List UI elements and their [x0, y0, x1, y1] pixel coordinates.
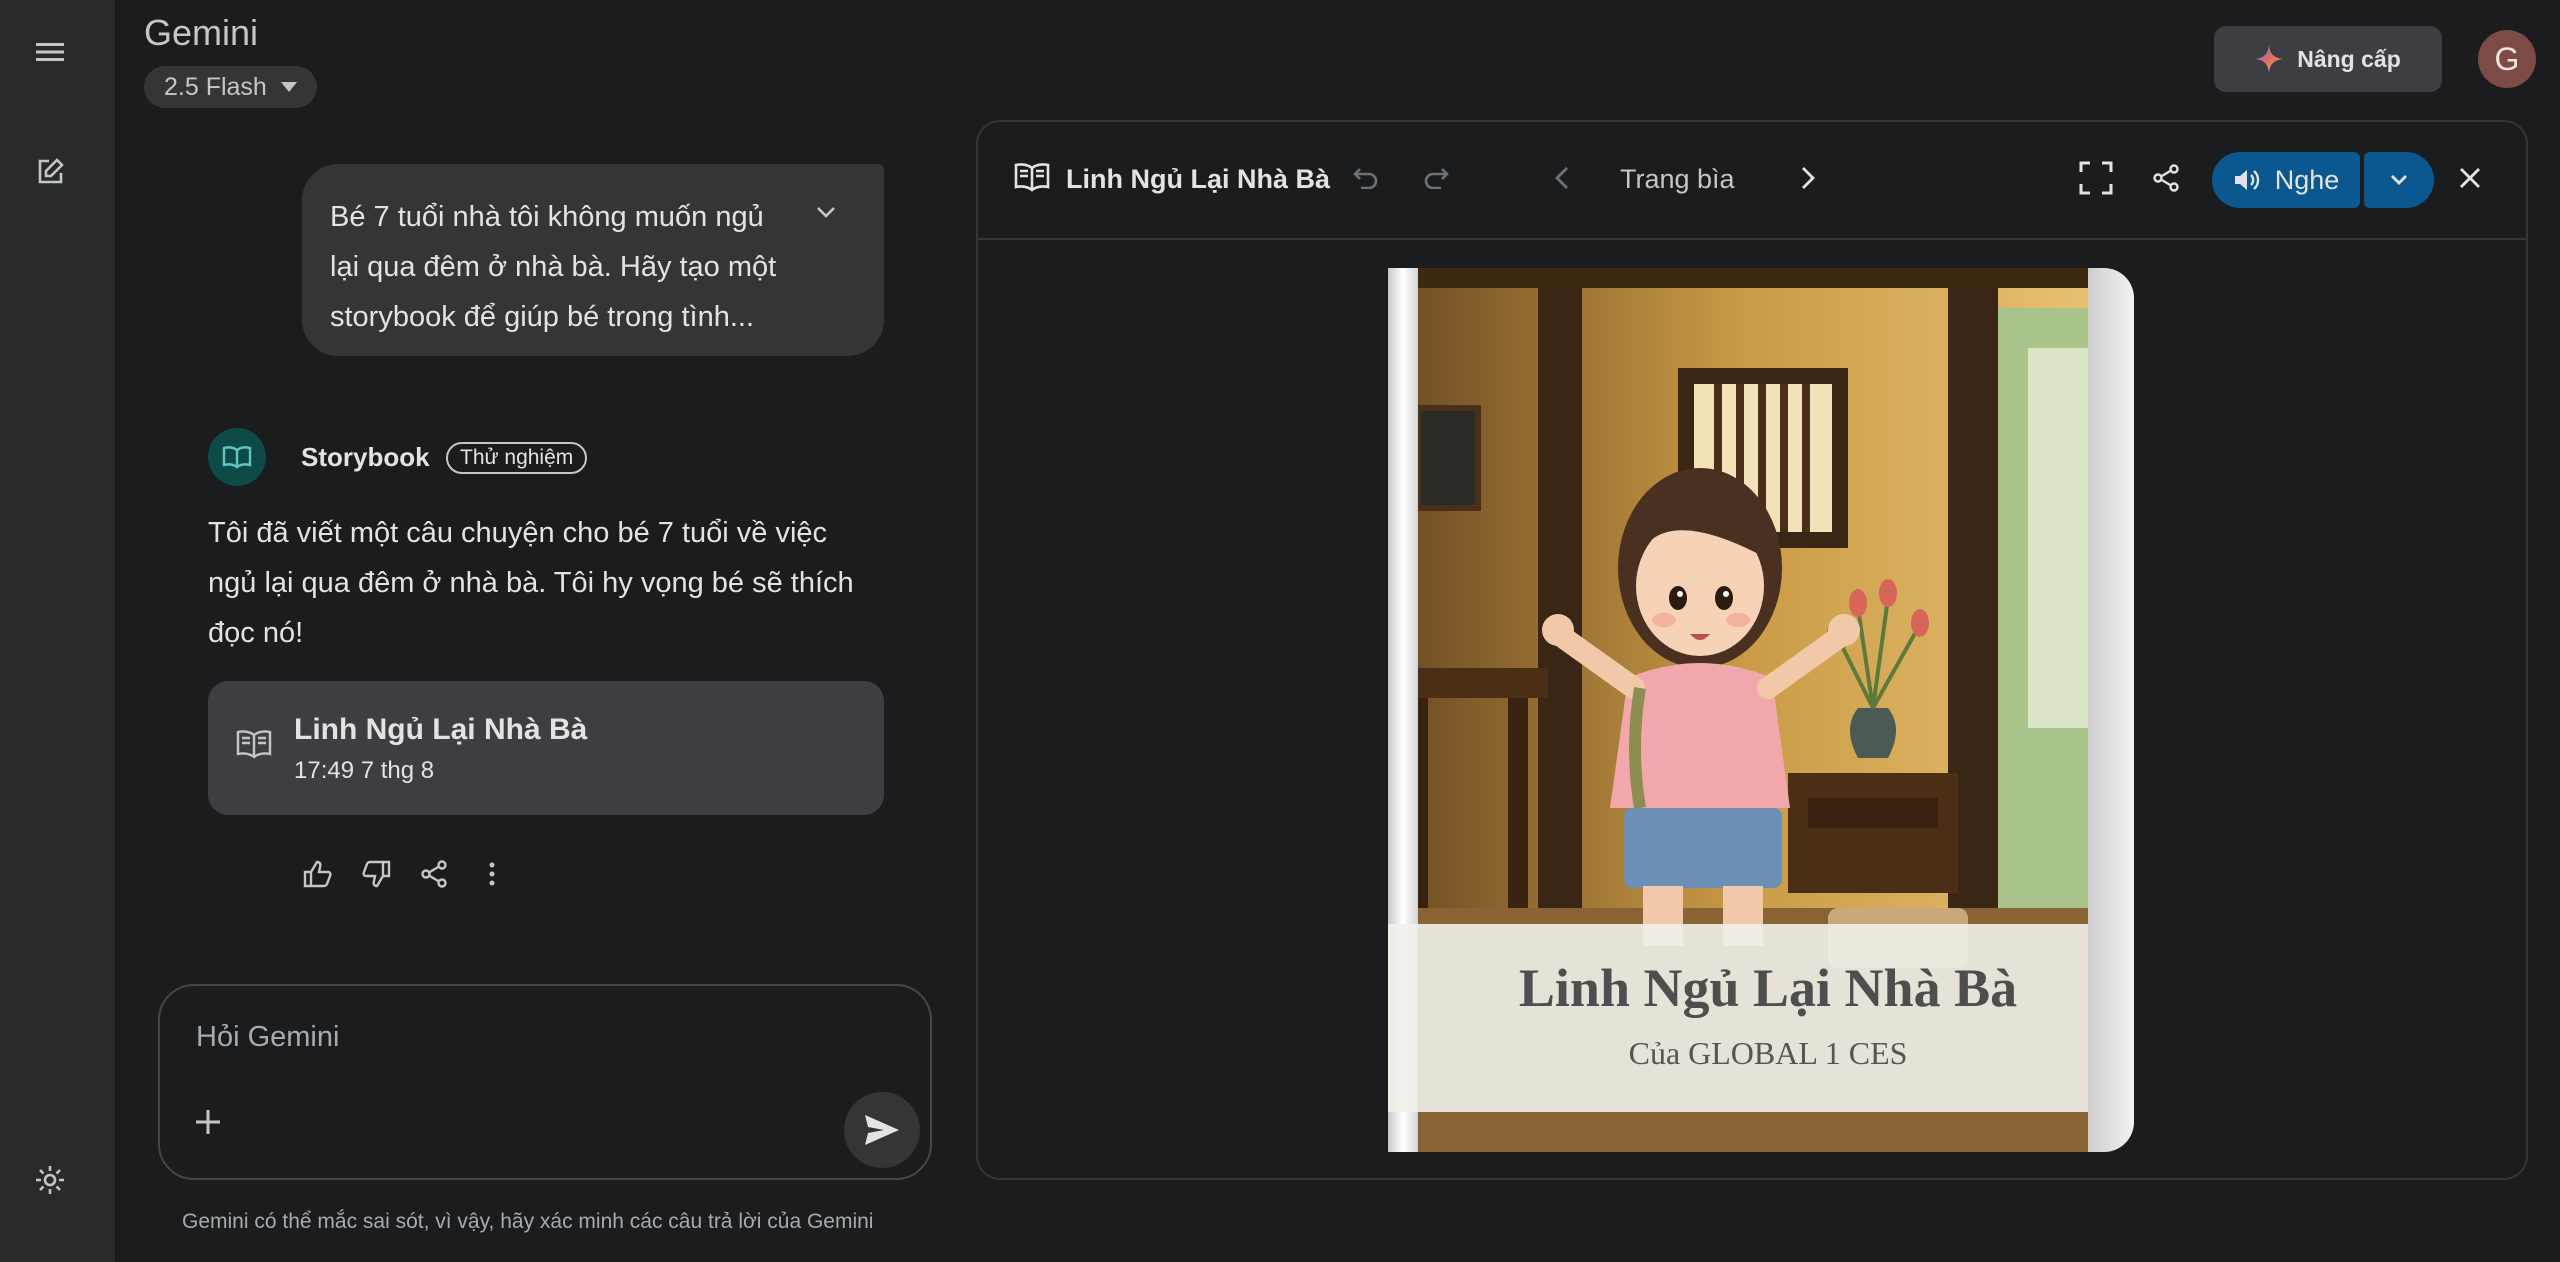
- listen-options-button[interactable]: [2364, 152, 2434, 208]
- storybook-panel: Linh Ngủ Lại Nhà Bà Trang bìa Nghe Linh …: [976, 120, 2528, 1180]
- prev-page-icon[interactable]: [1540, 156, 1584, 200]
- share-icon[interactable]: [416, 856, 452, 892]
- assistant-reply: Tôi đã viết một câu chuyện cho bé 7 tuổi…: [208, 517, 854, 649]
- page-label: Trang bìa: [1620, 164, 1735, 194]
- caret-down-icon: [280, 82, 297, 92]
- next-page-icon[interactable]: [1786, 156, 1830, 200]
- storybook-avatar: [208, 428, 266, 486]
- cover-title: Linh Ngủ Lại Nhà Bà: [1519, 958, 2017, 1018]
- book-icon: [1014, 163, 1050, 192]
- undo-icon[interactable]: [1344, 156, 1388, 200]
- open-book-icon: [222, 446, 252, 469]
- cover-title-band: [1388, 924, 2088, 1112]
- new-chat-icon[interactable]: [28, 150, 72, 194]
- storybook-card-date: 17:49 7 thg 8: [294, 757, 435, 784]
- settings-icon[interactable]: [28, 1158, 72, 1202]
- prompt-input[interactable]: [196, 1012, 836, 1062]
- user-message-text: Bé 7 tuổi nhà tôi không muốn ngủ lại qua…: [330, 201, 777, 333]
- fullscreen-icon[interactable]: [2074, 156, 2118, 200]
- upgrade-label: Nâng cấp: [2297, 45, 2401, 72]
- share-icon[interactable]: [2144, 156, 2188, 200]
- chevron-down-icon: [2391, 175, 2407, 185]
- storybook-cover[interactable]: Linh Ngủ Lại Nhà Bà Của GLOBAL 1 CES: [1388, 268, 2134, 1152]
- plus-icon[interactable]: [194, 1108, 222, 1136]
- menu-icon[interactable]: [28, 30, 72, 74]
- thumbs-down-icon[interactable]: [358, 856, 394, 892]
- cover-author: Của GLOBAL 1 CES: [1629, 1035, 1908, 1071]
- send-button[interactable]: [844, 1092, 920, 1168]
- prompt-box: [158, 984, 932, 1180]
- speaker-icon: [2234, 170, 2259, 190]
- model-label: 2.5 Flash: [164, 72, 267, 101]
- avatar[interactable]: G: [2478, 30, 2536, 88]
- close-icon[interactable]: [2448, 156, 2492, 200]
- more-vert-icon[interactable]: [474, 856, 510, 892]
- response-actions: [300, 856, 510, 892]
- chevron-down-icon[interactable]: [816, 206, 836, 218]
- panel-title: Linh Ngủ Lại Nhà Bà: [1066, 164, 1331, 194]
- upgrade-button[interactable]: Nâng cấp: [2214, 26, 2442, 92]
- storybook-card[interactable]: Linh Ngủ Lại Nhà Bà 17:49 7 thg 8: [208, 681, 884, 815]
- listen-button[interactable]: Nghe: [2212, 152, 2360, 208]
- assistant-name: Storybook: [301, 442, 430, 472]
- disclaimer: Gemini có thể mắc sai sót, vì vậy, hãy x…: [182, 1210, 874, 1233]
- book-icon: [236, 730, 272, 759]
- panel-toolbar: Linh Ngủ Lại Nhà Bà Trang bìa Nghe: [978, 122, 2526, 240]
- sidebar-rail: [0, 0, 115, 1262]
- model-selector[interactable]: 2.5 Flash: [144, 66, 317, 108]
- experimental-badge: Thử nghiệm: [446, 442, 588, 474]
- listen-label: Nghe: [2274, 164, 2340, 195]
- app-title: Gemini: [144, 12, 259, 53]
- storybook-card-title: Linh Ngủ Lại Nhà Bà: [294, 713, 588, 746]
- send-icon: [865, 1115, 899, 1145]
- user-message: Bé 7 tuổi nhà tôi không muốn ngủ lại qua…: [302, 164, 884, 356]
- sparkle-icon: [2255, 45, 2284, 73]
- redo-icon[interactable]: [1414, 156, 1458, 200]
- thumbs-up-icon[interactable]: [300, 856, 336, 892]
